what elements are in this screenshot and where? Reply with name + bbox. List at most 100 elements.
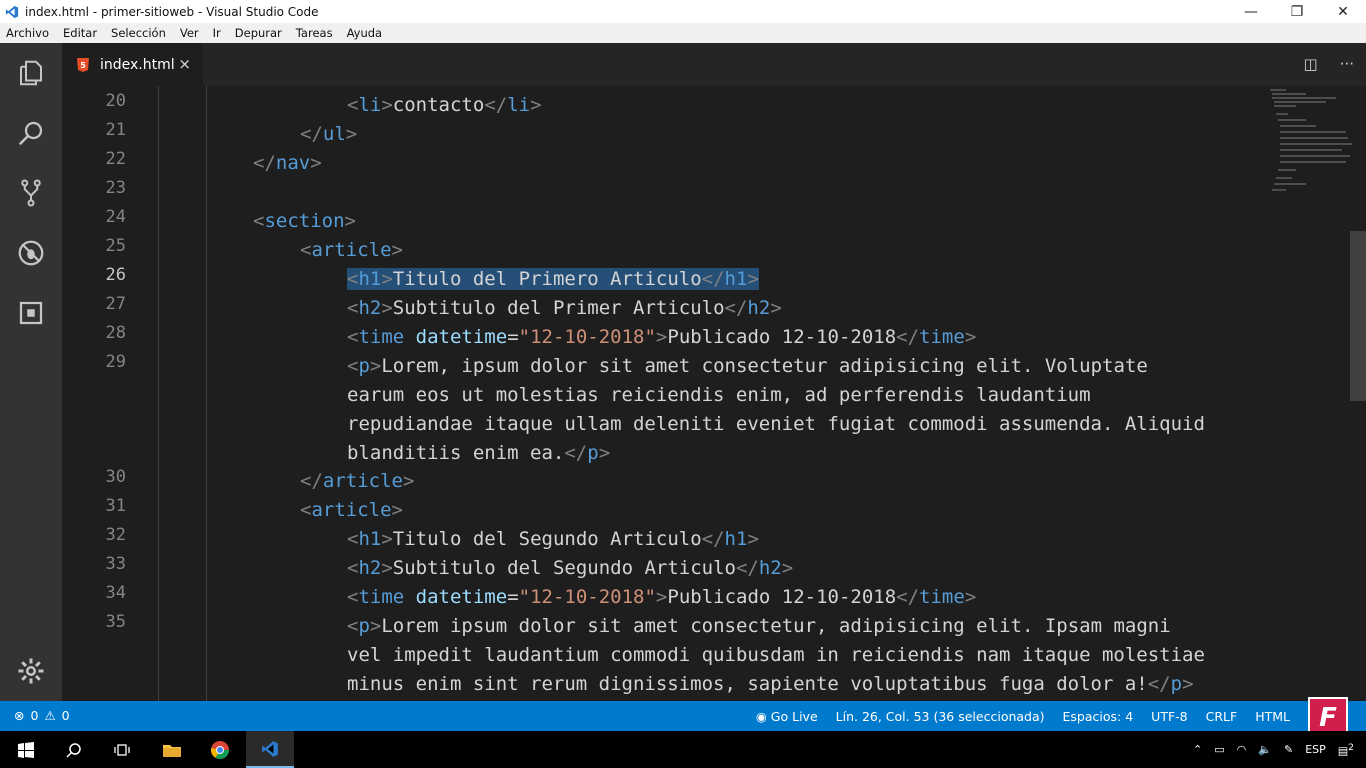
broadcast-icon: ◉ bbox=[755, 708, 771, 724]
eol-setting[interactable]: CRLF bbox=[1206, 709, 1238, 724]
line-number: 30 bbox=[105, 467, 126, 487]
chevron-up-icon[interactable]: ⌃ bbox=[1193, 743, 1202, 756]
menu-archivo[interactable]: Archivo bbox=[4, 26, 51, 40]
tab-index-html[interactable]: 5 index.html × bbox=[62, 43, 203, 86]
line-number-gutter: 20 21 22 23 24 25 26 27 28 29 30 31 32 3… bbox=[62, 86, 158, 701]
line-number-active: 26 bbox=[105, 265, 126, 285]
minimize-button[interactable]: — bbox=[1228, 0, 1274, 23]
battery-icon[interactable]: ▭ bbox=[1214, 743, 1224, 756]
file-explorer-icon[interactable] bbox=[148, 731, 196, 768]
line-number: 20 bbox=[105, 91, 126, 111]
chrome-icon[interactable] bbox=[196, 731, 244, 768]
line-number: 21 bbox=[105, 120, 126, 140]
windows-start-icon[interactable] bbox=[2, 731, 50, 768]
explorer-icon[interactable] bbox=[0, 43, 62, 103]
code-line-24: <section> bbox=[253, 210, 356, 232]
menu-ayuda[interactable]: Ayuda bbox=[345, 26, 385, 40]
wifi-icon[interactable]: ◠ bbox=[1237, 743, 1247, 756]
extensions-icon[interactable] bbox=[0, 283, 62, 343]
code-line-21: </ul> bbox=[300, 123, 358, 145]
indentation-setting[interactable]: Espacios: 4 bbox=[1063, 709, 1134, 724]
code-line-25: <article> bbox=[300, 239, 403, 261]
minimap[interactable] bbox=[1266, 86, 1356, 206]
line-number: 31 bbox=[105, 496, 126, 516]
system-tray: ⌃ ▭ ◠ 🔈 ✎ ESP ▤2 bbox=[1193, 731, 1366, 768]
source-control-icon[interactable] bbox=[0, 163, 62, 223]
close-tab-icon[interactable]: × bbox=[178, 55, 191, 73]
errors-icon[interactable]: ⊗ bbox=[14, 708, 24, 723]
code-line-29-wrap: repudiandae itaque ullam deleniti evenie… bbox=[347, 413, 1205, 435]
title-bar: index.html - primer-sitioweb - Visual St… bbox=[0, 0, 1366, 23]
code-line-22: </nav> bbox=[253, 152, 322, 174]
notifications-badge: 2 bbox=[1348, 741, 1354, 753]
menu-seleccion[interactable]: Selección bbox=[109, 26, 168, 40]
window-title: index.html - primer-sitioweb - Visual St… bbox=[25, 4, 319, 19]
code-line-35-wrap: vel impedit laudantium commodi quibusdam… bbox=[347, 644, 1205, 666]
code-line-29: <p>Lorem, ipsum dolor sit amet consectet… bbox=[347, 355, 1148, 377]
line-number: 25 bbox=[105, 236, 126, 256]
code-line-31: <article> bbox=[300, 499, 403, 521]
text-selection: <h1>Titulo del Primero Articulo</h1> bbox=[347, 268, 759, 290]
html5-icon: 5 bbox=[76, 57, 90, 73]
menu-depurar[interactable]: Depurar bbox=[233, 26, 284, 40]
code-line-32: <h1>Titulo del Segundo Articulo</h1> bbox=[347, 528, 759, 550]
more-actions-icon[interactable]: ··· bbox=[1340, 55, 1354, 73]
warnings-count[interactable]: 0 bbox=[62, 708, 70, 723]
line-number: 22 bbox=[105, 149, 126, 169]
close-window-button[interactable]: ✕ bbox=[1320, 0, 1366, 23]
vscode-logo-icon bbox=[5, 5, 19, 19]
code-line-30: </article> bbox=[300, 470, 415, 492]
pen-icon[interactable]: ✎ bbox=[1284, 743, 1293, 756]
code-line-29-wrap: blanditiis enim ea.</p> bbox=[347, 442, 611, 464]
warnings-icon[interactable]: ⚠ bbox=[44, 708, 55, 723]
menu-tareas[interactable]: Tareas bbox=[294, 26, 335, 40]
activity-bar bbox=[0, 43, 62, 701]
line-number: 23 bbox=[105, 178, 126, 198]
line-number: 24 bbox=[105, 207, 126, 227]
code-line-34: <time datetime="12-10-2018">Publicado 12… bbox=[347, 586, 977, 608]
menu-editar[interactable]: Editar bbox=[61, 26, 99, 40]
debug-icon[interactable] bbox=[0, 223, 62, 283]
go-live-button[interactable]: ◉ Go Live bbox=[756, 709, 818, 724]
task-view-icon[interactable] bbox=[98, 731, 146, 768]
windows-taskbar: ⌃ ▭ ◠ 🔈 ✎ ESP ▤2 bbox=[0, 731, 1366, 768]
cursor-position[interactable]: Lín. 26, Col. 53 (36 seleccionada) bbox=[836, 709, 1045, 724]
vertical-scrollbar[interactable] bbox=[1350, 231, 1366, 401]
code-line-27: <h2>Subtitulo del Primer Articulo</h2> bbox=[347, 297, 782, 319]
menu-ir[interactable]: Ir bbox=[211, 26, 223, 40]
line-number: 35 bbox=[105, 612, 126, 632]
input-language[interactable]: ESP bbox=[1305, 743, 1326, 756]
code-line-20: <li>contacto</li> bbox=[347, 94, 542, 116]
line-number: 33 bbox=[105, 554, 126, 574]
restore-button[interactable]: ❐ bbox=[1274, 0, 1320, 23]
code-line-26-selected: <h1>Titulo del Primero Articulo</h1> bbox=[347, 265, 759, 294]
svg-text:5: 5 bbox=[80, 61, 86, 70]
language-mode[interactable]: HTML bbox=[1255, 709, 1290, 724]
menu-ver[interactable]: Ver bbox=[178, 26, 201, 40]
line-number: 32 bbox=[105, 525, 126, 545]
line-number: 29 bbox=[105, 352, 126, 372]
tab-bar: 5 index.html × ◫ ··· bbox=[62, 43, 1366, 86]
indent-guide bbox=[158, 86, 159, 701]
code-line-28: <time datetime="12-10-2018">Publicado 12… bbox=[347, 326, 977, 348]
menu-bar: Archivo Editar Selección Ver Ir Depurar … bbox=[0, 23, 1366, 43]
split-editor-icon[interactable]: ◫ bbox=[1304, 55, 1318, 73]
settings-gear-icon[interactable] bbox=[0, 641, 62, 701]
errors-count[interactable]: 0 bbox=[30, 708, 38, 723]
code-line-33: <h2>Subtitulo del Segundo Articulo</h2> bbox=[347, 557, 794, 579]
search-icon[interactable] bbox=[50, 731, 98, 768]
line-number: 28 bbox=[105, 323, 126, 343]
code-line-35-wrap: minus enim sint rerum dignissimos, sapie… bbox=[347, 673, 1194, 695]
tab-label: index.html bbox=[100, 56, 175, 73]
vscode-taskbar-icon[interactable] bbox=[246, 731, 294, 768]
indent-guide bbox=[206, 86, 207, 701]
encoding-setting[interactable]: UTF-8 bbox=[1151, 709, 1187, 724]
volume-icon[interactable]: 🔈 bbox=[1258, 743, 1272, 756]
notifications-icon[interactable]: ▤2 bbox=[1338, 742, 1354, 758]
search-icon[interactable] bbox=[0, 103, 62, 163]
code-line-35: <p>Lorem ipsum dolor sit amet consectetu… bbox=[347, 615, 1171, 637]
code-line-29-wrap: earum eos ut molestias reiciendis enim, … bbox=[347, 384, 1091, 406]
code-editor[interactable]: 20 21 22 23 24 25 26 27 28 29 30 31 32 3… bbox=[62, 86, 1366, 701]
line-number: 27 bbox=[105, 294, 126, 314]
status-bar: ⊗ 0 ⚠ 0 ◉ Go Live Lín. 26, Col. 53 (36 s… bbox=[0, 697, 1366, 739]
